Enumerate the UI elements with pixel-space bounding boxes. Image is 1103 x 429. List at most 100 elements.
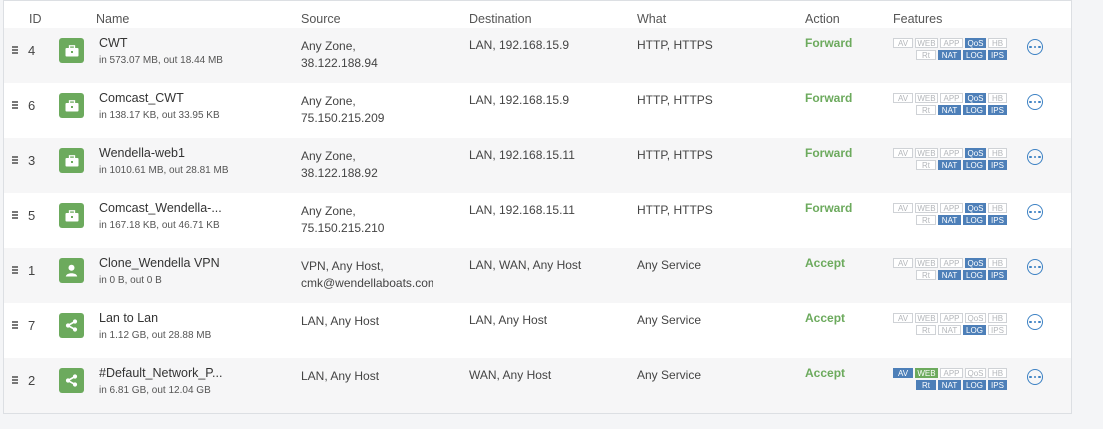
more-options-icon[interactable] [1027, 39, 1043, 55]
rule-name[interactable]: Comcast_Wendella-... [99, 201, 222, 215]
rule-name[interactable]: Lan to Lan [99, 311, 158, 325]
feature-badge-app: APP [940, 93, 963, 103]
feature-badge-av: AV [893, 38, 913, 48]
rule-row[interactable]: 1 Clone_Wendella VPN in 0 B, out 0 B VPN… [4, 248, 1071, 303]
rule-source: LAN, Any Host [301, 368, 433, 385]
feature-badge-ips: IPS [988, 380, 1007, 390]
more-options-icon[interactable] [1027, 314, 1043, 330]
rule-row[interactable]: 2 #Default_Network_P... in 6.81 GB, out … [4, 358, 1071, 413]
rule-source-line2: 75.150.215.209 [301, 111, 385, 125]
rule-destination: WAN, Any Host [469, 368, 552, 382]
feature-badge-log: LOG [963, 160, 986, 170]
feature-badge-log: LOG [963, 215, 986, 225]
rule-source-line1: Any Zone, [301, 204, 356, 218]
drag-handle-icon[interactable] [12, 156, 18, 166]
feature-badge-rt: Rt [916, 215, 936, 225]
feature-badge-rt: Rt [916, 105, 936, 115]
col-action-header[interactable]: Action [805, 12, 840, 26]
feature-badge-hb: HB [988, 258, 1007, 268]
feature-badge-av: AV [893, 313, 913, 323]
rule-service: HTTP, HTTPS [637, 93, 713, 107]
drag-handle-icon[interactable] [12, 266, 18, 276]
col-name-header[interactable]: Name [96, 12, 129, 26]
feature-badge-qos: QoS [965, 368, 986, 378]
feature-badge-nat: NAT [938, 270, 961, 280]
rule-id: 7 [28, 318, 36, 333]
rule-features: AV WEB APP QoS HB Rt NAT LOG IPS [893, 203, 1011, 229]
feature-badge-qos: QoS [965, 38, 986, 48]
rule-source: Any Zone, 75.150.215.209 [301, 93, 433, 127]
feature-badge-qos: QoS [965, 203, 986, 213]
rule-source-line1: VPN, Any Host, [301, 259, 384, 273]
feature-badge-rt: Rt [916, 160, 936, 170]
rule-source-line1: LAN, Any Host [301, 314, 380, 328]
rule-traffic: in 167.18 KB, out 46.71 KB [99, 220, 220, 231]
rule-features: AV WEB APP QoS HB Rt NAT LOG IPS [893, 38, 1011, 64]
feature-badge-log: LOG [963, 270, 986, 280]
col-features-header[interactable]: Features [893, 12, 942, 26]
more-options-icon[interactable] [1027, 369, 1043, 385]
rule-destination: LAN, 192.168.15.9 [469, 93, 570, 107]
feature-badge-rt: Rt [916, 270, 936, 280]
feature-badge-log: LOG [963, 50, 986, 60]
rule-name[interactable]: Comcast_CWT [99, 91, 184, 105]
feature-badge-app: APP [940, 38, 963, 48]
rule-action: Accept [805, 311, 846, 325]
col-source-header[interactable]: Source [301, 12, 341, 26]
more-options-icon[interactable] [1027, 94, 1043, 110]
more-options-icon[interactable] [1027, 259, 1043, 275]
rule-traffic: in 138.17 KB, out 33.95 KB [99, 110, 220, 121]
rule-traffic: in 1.12 GB, out 28.88 MB [99, 330, 212, 341]
briefcase-icon [59, 93, 84, 118]
rule-features: AV WEB APP QoS HB Rt NAT LOG IPS [893, 258, 1011, 284]
feature-badge-web: WEB [915, 368, 938, 378]
feature-badge-nat: NAT [938, 50, 961, 60]
rule-row[interactable]: 5 Comcast_Wendella-... in 167.18 KB, out… [4, 193, 1071, 248]
drag-handle-icon[interactable] [12, 321, 18, 331]
drag-handle-icon[interactable] [12, 46, 18, 56]
feature-badge-web: WEB [915, 38, 938, 48]
feature-badge-ips: IPS [988, 270, 1007, 280]
rule-service: HTTP, HTTPS [637, 203, 713, 217]
rule-row[interactable]: 6 Comcast_CWT in 138.17 KB, out 33.95 KB… [4, 83, 1071, 138]
user-icon [59, 258, 84, 283]
feature-badge-log: LOG [963, 105, 986, 115]
rule-features: AV WEB APP QoS HB Rt NAT LOG IPS [893, 93, 1011, 119]
feature-badge-hb: HB [988, 38, 1007, 48]
feature-badge-ips: IPS [988, 325, 1007, 335]
rule-name[interactable]: CWT [99, 36, 127, 50]
rule-name[interactable]: Clone_Wendella VPN [99, 256, 220, 270]
feature-badge-app: APP [940, 258, 963, 268]
feature-badge-nat: NAT [938, 325, 961, 335]
rule-row[interactable]: 4 CWT in 573.07 MB, out 18.44 MB Any Zon… [4, 28, 1071, 83]
feature-badge-app: APP [940, 203, 963, 213]
rule-source: Any Zone, 75.150.215.210 [301, 203, 433, 237]
feature-badge-ips: IPS [988, 160, 1007, 170]
rule-source-line1: Any Zone, [301, 94, 356, 108]
rule-destination: LAN, 192.168.15.11 [469, 203, 575, 217]
rule-name[interactable]: Wendella-web1 [99, 146, 185, 160]
more-options-icon[interactable] [1027, 204, 1043, 220]
rule-row[interactable]: 3 Wendella-web1 in 1010.61 MB, out 28.81… [4, 138, 1071, 193]
drag-handle-icon[interactable] [12, 101, 18, 111]
rule-id: 3 [28, 153, 36, 168]
col-what-header[interactable]: What [637, 12, 666, 26]
rule-action: Accept [805, 366, 846, 380]
rule-destination: LAN, Any Host [469, 313, 548, 327]
col-id-header[interactable]: ID [29, 12, 42, 26]
feature-badge-web: WEB [915, 258, 938, 268]
drag-handle-icon[interactable] [12, 376, 18, 386]
rule-id: 1 [28, 263, 36, 278]
feature-badge-qos: QoS [965, 313, 986, 323]
rule-service: Any Service [637, 368, 702, 382]
more-options-icon[interactable] [1027, 149, 1043, 165]
feature-badge-av: AV [893, 368, 913, 378]
rule-source-line2: cmk@wendellaboats.com [301, 276, 433, 290]
drag-handle-icon[interactable] [12, 211, 18, 221]
rule-name[interactable]: #Default_Network_P... [99, 366, 222, 380]
col-destination-header[interactable]: Destination [469, 12, 532, 26]
feature-badge-hb: HB [988, 368, 1007, 378]
feature-badge-nat: NAT [938, 380, 961, 390]
rule-row[interactable]: 7 Lan to Lan in 1.12 GB, out 28.88 MB LA… [4, 303, 1071, 358]
rule-service: Any Service [637, 313, 702, 327]
